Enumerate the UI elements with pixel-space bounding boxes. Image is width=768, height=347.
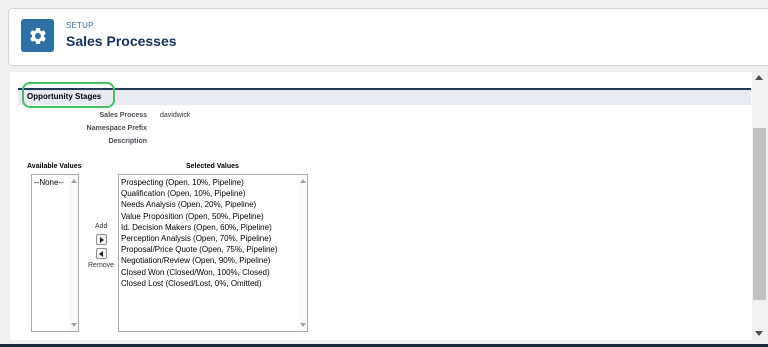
section-header: Opportunity Stages — [18, 88, 751, 105]
selected-values-label: Selected Values — [186, 163, 239, 170]
add-button[interactable] — [96, 234, 107, 245]
sales-process-label: Sales Process — [99, 112, 147, 119]
description-label: Description — [108, 138, 147, 145]
selected-values-list[interactable]: Prospecting (Open, 10%, Pipeline) Qualif… — [118, 174, 308, 332]
list-item[interactable]: Needs Analysis (Open, 20%, Pipeline) — [121, 199, 307, 210]
sales-process-value: davidwick — [160, 112, 191, 119]
available-values-label: Available Values — [27, 163, 82, 170]
list-item[interactable]: Closed Won (Closed/Won, 100%, Closed) — [121, 267, 307, 278]
list-item[interactable]: Closed Lost (Closed/Lost, 0%, Omitted) — [121, 278, 307, 289]
add-label: Add — [95, 223, 108, 230]
scroll-up-icon[interactable] — [300, 179, 306, 183]
highlight-annotation — [22, 82, 115, 108]
remove-button[interactable] — [96, 248, 107, 259]
available-values-list[interactable]: --None-- — [31, 174, 79, 332]
remove-label: Remove — [88, 262, 115, 269]
list-item[interactable]: Proposal/Price Quote (Open, 75%, Pipelin… — [121, 244, 307, 255]
scroll-down-icon[interactable] — [300, 323, 306, 327]
gear-icon — [21, 19, 54, 52]
page-header: SETUP Sales Processes — [8, 8, 768, 66]
detail-panel: Opportunity Stages Sales Process davidwi… — [10, 72, 767, 340]
available-list-scrollbar[interactable] — [69, 175, 78, 331]
arrow-right-icon — [100, 237, 104, 243]
scroll-down-icon[interactable] — [71, 323, 77, 327]
arrow-left-icon — [99, 251, 103, 257]
list-item[interactable]: Perception Analysis (Open, 70%, Pipeline… — [121, 233, 307, 244]
setup-eyebrow: SETUP — [66, 21, 94, 30]
scrollbar-thumb[interactable] — [753, 128, 766, 300]
list-item[interactable]: Value Proposition (Open, 50%, Pipeline) — [121, 211, 307, 222]
list-item[interactable]: Negotiation/Review (Open, 90%, Pipeline) — [121, 255, 307, 266]
selected-list-scrollbar[interactable] — [298, 175, 307, 331]
list-item[interactable]: Prospecting (Open, 10%, Pipeline) — [121, 177, 307, 188]
page-title: Sales Processes — [66, 33, 177, 49]
scroll-down-icon[interactable] — [755, 331, 763, 336]
scroll-up-icon[interactable] — [71, 179, 77, 183]
page-scrollbar[interactable] — [752, 72, 767, 340]
namespace-prefix-label: Namespace Prefix — [86, 125, 147, 132]
scroll-up-icon[interactable] — [755, 75, 763, 80]
list-item[interactable]: Id. Decision Makers (Open, 60%, Pipeline… — [121, 222, 307, 233]
list-item[interactable]: Qualification (Open, 10%, Pipeline) — [121, 188, 307, 199]
